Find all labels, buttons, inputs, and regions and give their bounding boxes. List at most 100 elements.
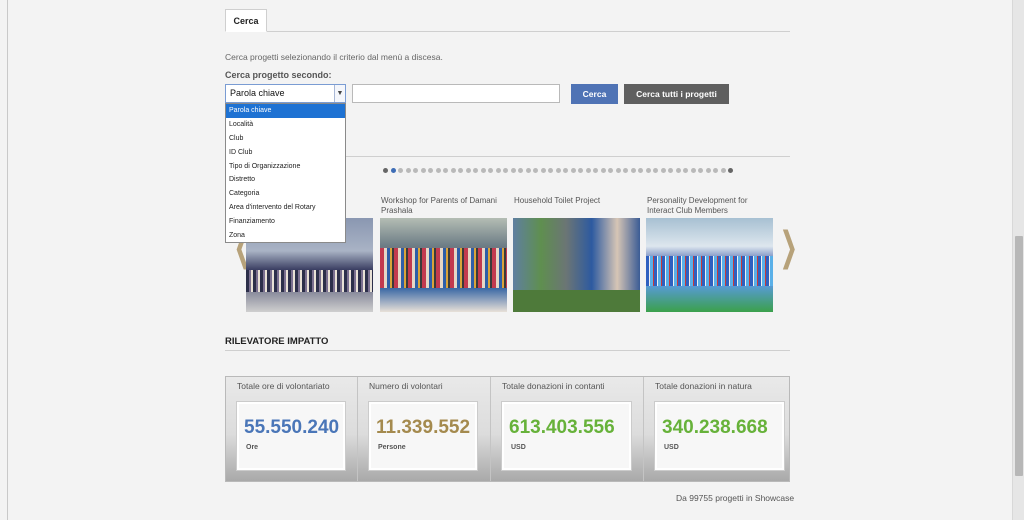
carousel-dot[interactable] xyxy=(608,168,613,173)
stat-cash-donations: Totale donazioni in contanti 613.403.556… xyxy=(491,377,644,481)
carousel-dot[interactable] xyxy=(600,168,606,173)
carousel-dot[interactable] xyxy=(435,168,441,173)
search-all-projects-button[interactable]: Cerca tutti i progetti xyxy=(624,84,729,104)
dropdown-option-keyword[interactable]: Parola chiave xyxy=(226,104,345,118)
showcase-project-count: Da 99755 progetti in Showcase xyxy=(676,493,795,503)
stat-volunteer-hours: Totale ore di volontariato 55.550.240 Or… xyxy=(226,377,358,481)
carousel-dot[interactable] xyxy=(623,168,628,173)
stat-label: Totale donazioni in natura xyxy=(655,381,752,391)
carousel-dot[interactable] xyxy=(728,168,733,173)
stat-unit: Ore xyxy=(246,444,259,451)
slide-photo-4[interactable] xyxy=(646,218,773,312)
stat-in-kind-donations: Totale donazioni in natura 340.238.668 U… xyxy=(644,377,789,481)
carousel-dot[interactable] xyxy=(518,168,523,173)
slide-photo-2[interactable] xyxy=(380,218,507,312)
stat-label: Numero di volontari xyxy=(369,381,443,391)
carousel-dot[interactable] xyxy=(578,168,583,173)
stat-unit: USD xyxy=(511,444,526,451)
carousel-dot[interactable] xyxy=(713,168,718,173)
carousel-dot[interactable] xyxy=(653,168,658,173)
carousel-dot[interactable] xyxy=(443,168,448,173)
search-button[interactable]: Cerca xyxy=(571,84,618,104)
carousel-dot[interactable] xyxy=(660,168,666,173)
slide-caption-3[interactable]: Household Toilet Project xyxy=(514,196,642,206)
carousel-dot[interactable] xyxy=(488,168,493,173)
carousel-dot[interactable] xyxy=(428,168,433,173)
vertical-scrollbar[interactable] xyxy=(1012,0,1024,520)
carousel-dot[interactable] xyxy=(458,168,463,173)
carousel-dot[interactable] xyxy=(495,168,501,173)
impact-divider xyxy=(225,350,790,351)
criterion-label: Cerca progetto secondo: xyxy=(225,70,332,80)
carousel-dot[interactable] xyxy=(630,168,636,173)
stat-label: Totale ore di volontariato xyxy=(237,381,330,391)
carousel-dot[interactable] xyxy=(555,168,561,173)
carousel-dot[interactable] xyxy=(525,168,531,173)
carousel-dot[interactable] xyxy=(675,168,681,173)
dropdown-option-club[interactable]: Club xyxy=(226,132,345,146)
page-left-border xyxy=(7,0,8,520)
criterion-dropdown-list[interactable]: Parola chiave Località Club ID Club Tipo… xyxy=(225,103,346,243)
stat-box: 55.550.240 Ore xyxy=(236,401,346,471)
carousel-dot[interactable] xyxy=(420,168,426,173)
dropdown-option-club-id[interactable]: ID Club xyxy=(226,146,345,160)
carousel-dot[interactable] xyxy=(450,168,456,173)
stat-unit: Persone xyxy=(378,444,406,451)
carousel-dot[interactable] xyxy=(510,168,516,173)
chevron-down-icon[interactable]: ▼ xyxy=(334,85,345,102)
carousel-dot[interactable] xyxy=(503,168,508,173)
carousel-dot[interactable] xyxy=(585,168,591,173)
carousel-pagination xyxy=(383,168,733,175)
stat-box: 11.339.552 Persone xyxy=(368,401,478,471)
carousel-dot[interactable] xyxy=(398,168,403,173)
carousel-dot[interactable] xyxy=(533,168,538,173)
slide-caption-2[interactable]: Workshop for Parents of Damani Prashala xyxy=(381,196,509,216)
carousel-dot[interactable] xyxy=(615,168,621,173)
carousel-dot[interactable] xyxy=(668,168,673,173)
carousel-dot[interactable] xyxy=(390,168,396,173)
carousel-dot[interactable] xyxy=(540,168,546,173)
slide-photo-3[interactable] xyxy=(513,218,640,312)
tab-cerca[interactable]: Cerca xyxy=(225,9,267,32)
carousel-dot[interactable] xyxy=(720,168,726,173)
carousel-dot[interactable] xyxy=(548,168,553,173)
carousel-dot[interactable] xyxy=(638,168,643,173)
carousel-dot[interactable] xyxy=(705,168,711,173)
carousel-dot[interactable] xyxy=(473,168,478,173)
dropdown-option-district[interactable]: Distretto xyxy=(226,173,345,187)
carousel-dot[interactable] xyxy=(480,168,486,173)
search-tabbar: Cerca xyxy=(225,9,790,32)
carousel-dot[interactable] xyxy=(465,168,471,173)
keyword-input[interactable] xyxy=(352,84,560,103)
search-instruction: Cerca progetti selezionando il criterio … xyxy=(225,52,443,62)
carousel-dot[interactable] xyxy=(405,168,411,173)
stat-label: Totale donazioni in contanti xyxy=(502,381,605,391)
dropdown-option-category[interactable]: Categoria xyxy=(226,187,345,201)
criterion-select-value: Parola chiave xyxy=(230,88,285,98)
dropdown-option-organization-type[interactable]: Tipo di Organizzazione xyxy=(226,160,345,174)
carousel-dot[interactable] xyxy=(383,168,388,173)
carousel-dot[interactable] xyxy=(645,168,651,173)
scrollbar-thumb[interactable] xyxy=(1015,236,1023,476)
stat-value: 340.238.668 xyxy=(662,417,768,438)
carousel-dot[interactable] xyxy=(563,168,568,173)
carousel-next-icon[interactable]: ❯ xyxy=(780,224,798,270)
carousel-dot[interactable] xyxy=(683,168,688,173)
dropdown-option-location[interactable]: Località xyxy=(226,118,345,132)
carousel-dot[interactable] xyxy=(690,168,696,173)
impact-title: RILEVATORE IMPATTO xyxy=(225,336,329,347)
dropdown-option-area-of-focus[interactable]: Area d'intervento del Rotary xyxy=(226,201,345,215)
carousel-dot[interactable] xyxy=(593,168,598,173)
carousel-dot[interactable] xyxy=(413,168,418,173)
carousel-dot[interactable] xyxy=(698,168,703,173)
stat-value: 11.339.552 xyxy=(376,417,471,438)
stat-box: 613.403.556 USD xyxy=(501,401,632,471)
stat-value: 55.550.240 xyxy=(244,417,340,438)
stat-value: 613.403.556 xyxy=(509,417,615,438)
criterion-select[interactable]: Parola chiave ▼ xyxy=(225,84,346,103)
slide-caption-4[interactable]: Personality Development for Interact Clu… xyxy=(647,196,775,216)
carousel-dot[interactable] xyxy=(570,168,576,173)
dropdown-option-zone[interactable]: Zona xyxy=(226,229,345,243)
dropdown-option-funding[interactable]: Finanziamento xyxy=(226,215,345,229)
stat-box: 340.238.668 USD xyxy=(654,401,785,471)
